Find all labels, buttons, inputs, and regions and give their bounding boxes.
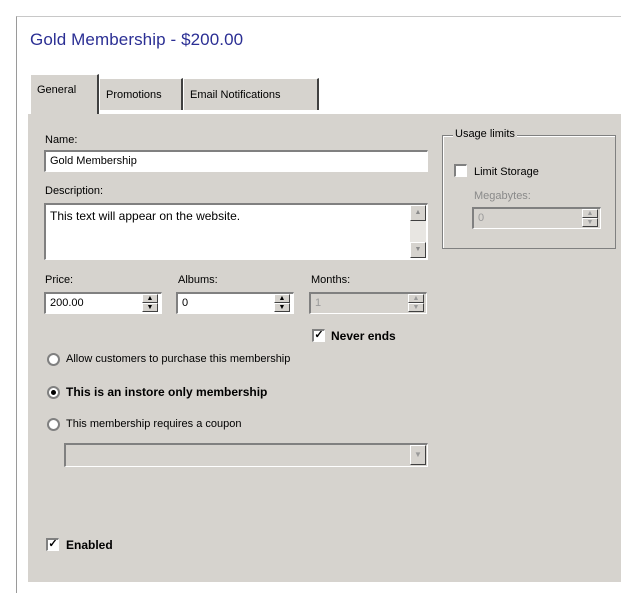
- months-stepper[interactable]: ▲ ▼: [408, 294, 424, 312]
- page-title: Gold Membership - $200.00: [30, 30, 244, 49]
- spin-down-icon[interactable]: ▼: [142, 303, 158, 312]
- limit-storage-checkbox[interactable]: [454, 164, 467, 177]
- spin-up-icon[interactable]: ▲: [142, 294, 158, 303]
- description-label: Description:: [45, 185, 104, 197]
- spin-down-icon[interactable]: ▼: [408, 303, 424, 312]
- price-stepper[interactable]: ▲ ▼: [142, 294, 158, 312]
- name-label: Name:: [45, 134, 78, 146]
- tab-promotions-label: Promotions: [106, 89, 162, 101]
- price-label: Price:: [45, 274, 74, 286]
- albums-stepper[interactable]: ▲ ▼: [274, 294, 290, 312]
- radio-instore-only[interactable]: [47, 386, 60, 399]
- limit-storage-label: Limit Storage: [474, 166, 539, 178]
- description-scrollbar[interactable]: ▲ ▼: [410, 205, 426, 258]
- usage-limits-title: Usage limits: [453, 128, 517, 140]
- chevron-down-icon[interactable]: ▼: [410, 445, 426, 465]
- coupon-select[interactable]: [64, 443, 428, 467]
- tab-divider: [28, 113, 621, 114]
- spin-down-icon[interactable]: ▼: [274, 303, 290, 312]
- tab-general[interactable]: General: [30, 74, 99, 114]
- description-text: This text will appear on the website.: [50, 209, 241, 223]
- radio-allow-purchase[interactable]: [47, 353, 60, 366]
- enabled-checkbox[interactable]: ✓: [46, 538, 59, 551]
- tab-email-notifications-label: Email Notifications: [190, 89, 281, 101]
- never-ends-checkbox[interactable]: ✓: [312, 329, 325, 342]
- scroll-down-icon[interactable]: ▼: [410, 242, 426, 258]
- spin-up-icon[interactable]: ▲: [274, 294, 290, 303]
- months-label: Months:: [311, 274, 351, 286]
- radio-instore-only-label: This is an instore only membership: [66, 385, 268, 399]
- spin-down-icon[interactable]: ▼: [582, 218, 598, 227]
- radio-requires-coupon[interactable]: [47, 418, 60, 431]
- radio-requires-coupon-label: This membership requires a coupon: [66, 418, 242, 430]
- enabled-label: Enabled: [66, 538, 113, 552]
- radio-allow-purchase-label: Allow customers to purchase this members…: [66, 353, 291, 365]
- spin-up-icon[interactable]: ▲: [408, 294, 424, 303]
- name-input[interactable]: Gold Membership: [44, 150, 428, 172]
- megabytes-label: Megabytes:: [474, 190, 531, 202]
- spin-up-icon[interactable]: ▲: [582, 209, 598, 218]
- megabytes-stepper[interactable]: ▲ ▼: [582, 209, 598, 227]
- tab-promotions[interactable]: Promotions: [99, 78, 183, 110]
- tab-general-label: General: [37, 84, 77, 96]
- description-textarea[interactable]: This text will appear on the website.: [44, 203, 428, 260]
- albums-label: Albums:: [178, 274, 218, 286]
- scroll-up-icon[interactable]: ▲: [410, 205, 426, 221]
- tab-email-notifications[interactable]: Email Notifications: [183, 78, 319, 110]
- never-ends-label: Never ends: [331, 329, 396, 343]
